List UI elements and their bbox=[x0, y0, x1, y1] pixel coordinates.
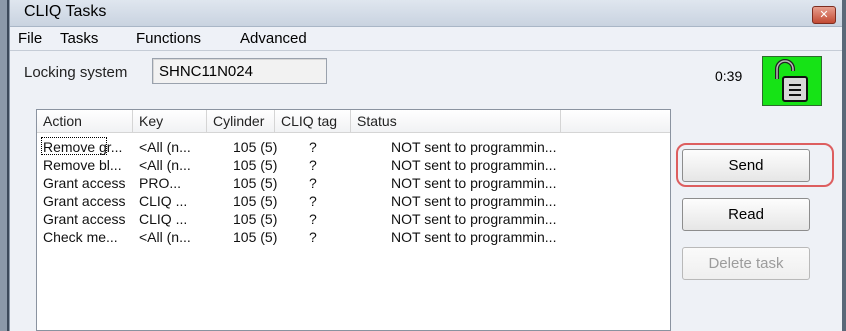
cell-cylinder: 105 (5) bbox=[233, 211, 278, 227]
locking-system-label: Locking system bbox=[24, 64, 128, 81]
cell-status: NOT sent to programmin... bbox=[391, 175, 557, 191]
menu-file[interactable]: File bbox=[18, 30, 42, 47]
cell-action: Remove gr... bbox=[43, 139, 123, 155]
table-row[interactable]: Grant access CLIQ ... 105 (5) ? NOT sent… bbox=[37, 192, 670, 210]
cell-key: CLIQ ... bbox=[139, 211, 188, 227]
open-padlock-icon bbox=[762, 56, 822, 106]
timer: 0:39 bbox=[715, 68, 743, 84]
cell-cliq-tag: ? bbox=[309, 211, 317, 227]
cell-cliq-tag: ? bbox=[309, 139, 317, 155]
desktop-edge-right bbox=[842, 0, 846, 331]
cell-cylinder: 105 (5) bbox=[233, 139, 278, 155]
cell-key: <All (n... bbox=[139, 157, 191, 173]
cell-cylinder: 105 (5) bbox=[233, 157, 278, 173]
cell-cliq-tag: ? bbox=[309, 193, 317, 209]
cell-action: Check me... bbox=[43, 229, 118, 245]
column-header-cylinder[interactable]: Cylinder bbox=[207, 110, 275, 132]
table-row[interactable]: Grant access CLIQ ... 105 (5) ? NOT sent… bbox=[37, 210, 670, 228]
cell-status: NOT sent to programmin... bbox=[391, 139, 557, 155]
window-title: CLIQ Tasks bbox=[24, 3, 107, 20]
table-row[interactable]: Remove bl... <All (n... 105 (5) ? NOT se… bbox=[37, 156, 670, 174]
task-list-header: Action Key Cylinder CLIQ tag Status bbox=[37, 110, 670, 133]
delete-task-button[interactable]: Delete task bbox=[682, 247, 810, 280]
column-header-cliq-tag[interactable]: CLIQ tag bbox=[275, 110, 351, 132]
cell-key: <All (n... bbox=[139, 139, 191, 155]
cell-action: Grant access bbox=[43, 193, 126, 209]
cell-status: NOT sent to programmin... bbox=[391, 229, 557, 245]
cell-cylinder: 105 (5) bbox=[233, 229, 278, 245]
cell-key: PRO... bbox=[139, 175, 182, 191]
cell-action: Remove bl... bbox=[43, 157, 122, 173]
menu-tasks[interactable]: Tasks bbox=[60, 30, 98, 47]
cell-action: Grant access bbox=[43, 175, 126, 191]
close-icon[interactable]: ✕ bbox=[812, 6, 836, 24]
menu-bar: File Tasks Functions Advanced bbox=[10, 27, 842, 51]
cell-status: NOT sent to programmin... bbox=[391, 157, 557, 173]
cell-status: NOT sent to programmin... bbox=[391, 211, 557, 227]
cell-key: <All (n... bbox=[139, 229, 191, 245]
padlock-graphic bbox=[775, 59, 808, 102]
cell-cliq-tag: ? bbox=[309, 229, 317, 245]
send-highlight-annotation bbox=[676, 143, 834, 187]
table-row[interactable]: Grant access PRO... 105 (5) ? NOT sent t… bbox=[37, 174, 670, 192]
column-header-action[interactable]: Action bbox=[37, 110, 133, 132]
desktop-edge-left bbox=[0, 0, 10, 331]
cell-key: CLIQ ... bbox=[139, 193, 188, 209]
menu-functions[interactable]: Functions bbox=[136, 30, 201, 47]
title-bar[interactable]: CLIQ Tasks ✕ bbox=[10, 0, 842, 27]
read-button[interactable]: Read bbox=[682, 198, 810, 231]
task-list[interactable]: Action Key Cylinder CLIQ tag Status Remo… bbox=[36, 109, 671, 331]
cell-cliq-tag: ? bbox=[309, 175, 317, 191]
column-header-status[interactable]: Status bbox=[351, 110, 561, 132]
table-row[interactable]: Remove gr... <All (n... 105 (5) ? NOT se… bbox=[37, 137, 670, 156]
column-header-key[interactable]: Key bbox=[133, 110, 207, 132]
cell-action: Grant access bbox=[43, 211, 126, 227]
locking-system-field: SHNC11N024 bbox=[152, 58, 327, 84]
cell-cylinder: 105 (5) bbox=[233, 175, 278, 191]
menu-advanced[interactable]: Advanced bbox=[240, 30, 307, 47]
table-row[interactable]: Check me... <All (n... 105 (5) ? NOT sen… bbox=[37, 228, 670, 246]
cell-cylinder: 105 (5) bbox=[233, 193, 278, 209]
cliq-tasks-window: CLIQ Tasks ✕ File Tasks Functions Advanc… bbox=[10, 0, 842, 331]
cell-status: NOT sent to programmin... bbox=[391, 193, 557, 209]
cell-cliq-tag: ? bbox=[309, 157, 317, 173]
